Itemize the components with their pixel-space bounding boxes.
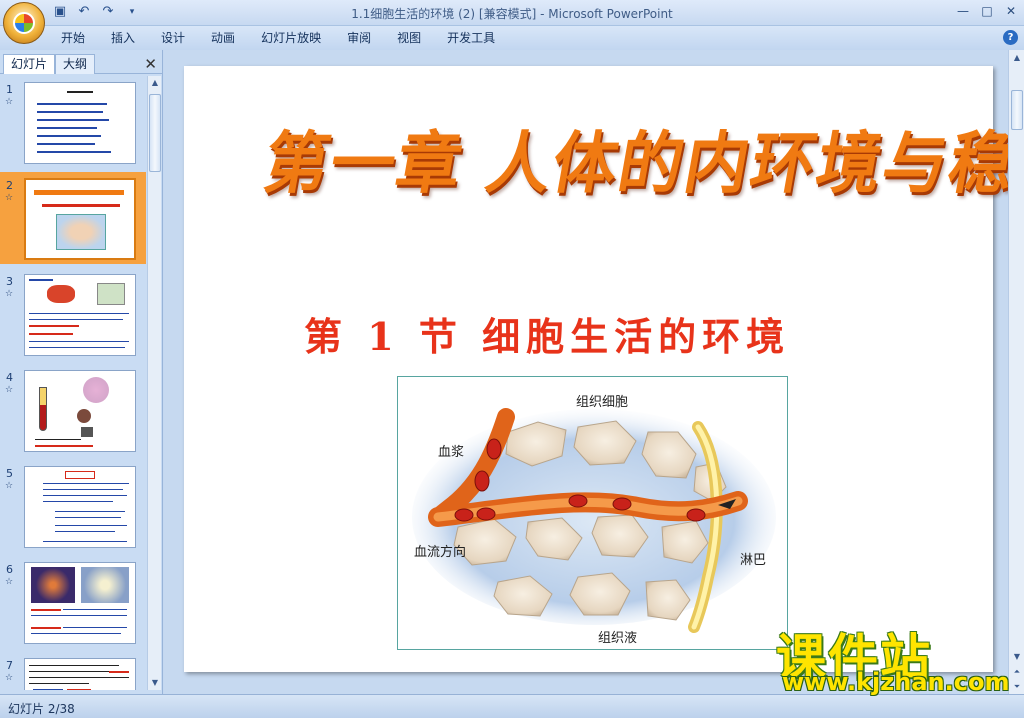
- thumbnail-number: 3: [6, 275, 13, 288]
- window-controls: — □ ✕: [952, 2, 1022, 20]
- animation-star-icon: ☆: [5, 673, 14, 683]
- tab-outline[interactable]: 大纲: [55, 54, 96, 74]
- close-button[interactable]: ✕: [1000, 2, 1022, 20]
- tissue-diagram[interactable]: 组织细胞 血浆 血流方向 淋巴 组织液: [397, 376, 788, 650]
- window-title: 1.1细胞生活的环境 (2) [兼容模式] - Microsoft PowerP…: [351, 7, 673, 21]
- label-blood-plasma: 血浆: [438, 445, 465, 460]
- animation-star-icon: ☆: [5, 385, 14, 395]
- slide-thumbnail-2[interactable]: 2 ☆: [0, 172, 146, 264]
- thumbnail-preview: [24, 658, 136, 690]
- slide-thumbnail-5[interactable]: 5 ☆: [0, 460, 146, 552]
- label-blood-flow-direction: 血流方向: [414, 545, 467, 560]
- maximize-button[interactable]: □: [976, 2, 998, 20]
- scrollbar-thumb[interactable]: [149, 94, 161, 172]
- thumbnail-preview: [24, 82, 136, 164]
- powerpoint-window: ▣ ↶ ↷ ▾ 1.1细胞生活的环境 (2) [兼容模式] - Microsof…: [0, 0, 1024, 718]
- thumbnail-preview: [24, 274, 136, 356]
- tissue-illustration: [412, 408, 776, 633]
- thumbnail-scrollbar[interactable]: ▲ ▼: [147, 76, 161, 690]
- animation-star-icon: ☆: [5, 289, 14, 299]
- tab-insert[interactable]: 插入: [98, 30, 148, 46]
- current-slide[interactable]: 第一章 人体的内环境与稳态 第 1 节 细胞生活的环境 组织细胞 血浆 血流方向…: [184, 66, 1024, 672]
- thumbnail-number: 2: [6, 179, 13, 192]
- thumbnail-number: 7: [6, 659, 13, 672]
- label-tissue-cells: 组织细胞: [576, 395, 629, 410]
- close-icon[interactable]: ✕: [144, 55, 157, 73]
- slides-pane: 幻灯片 大纲 ✕ 1 ☆ 2 ☆ 3 ☆ 4 ☆ 5 ☆ 6 ☆ 7 ☆ ▲ ▼: [0, 50, 163, 694]
- scroll-up-icon[interactable]: ▲: [148, 76, 162, 90]
- thumbnail-number: 6: [6, 563, 13, 576]
- watermark-url: www.kjzhan.com: [782, 668, 1010, 696]
- tab-review[interactable]: 审阅: [334, 30, 384, 46]
- scrollbar-thumb[interactable]: [1011, 90, 1023, 130]
- animation-star-icon: ☆: [5, 481, 14, 491]
- slide-thumbnail-3[interactable]: 3 ☆: [0, 268, 146, 360]
- ribbon: 开始 插入 设计 动画 幻灯片放映 审阅 视图 开发工具 ?: [0, 26, 1024, 50]
- thumbnail-number: 4: [6, 371, 13, 384]
- scroll-down-icon[interactable]: ▼: [1009, 649, 1024, 664]
- tab-slides[interactable]: 幻灯片: [3, 54, 56, 74]
- title-bar: ▣ ↶ ↷ ▾ 1.1细胞生活的环境 (2) [兼容模式] - Microsof…: [0, 0, 1024, 26]
- scroll-up-icon[interactable]: ▲: [1009, 50, 1024, 65]
- minimize-button[interactable]: —: [952, 2, 974, 20]
- slide-scrollbar[interactable]: ▲ ▼ ⏶ ⏷: [1008, 50, 1024, 694]
- label-tissue-fluid: 组织液: [598, 631, 638, 646]
- slide-thumbnail-6[interactable]: 6 ☆: [0, 556, 146, 648]
- tab-design[interactable]: 设计: [148, 30, 198, 46]
- scroll-down-icon[interactable]: ▼: [148, 676, 162, 690]
- thumbnail-list: 1 ☆ 2 ☆ 3 ☆ 4 ☆ 5 ☆ 6 ☆ 7 ☆: [0, 76, 146, 690]
- tab-animations[interactable]: 动画: [198, 30, 248, 46]
- previous-slide-icon[interactable]: ⏶: [1009, 664, 1024, 679]
- pane-tabs: 幻灯片 大纲 ✕: [0, 52, 163, 74]
- ribbon-tabs: 开始 插入 设计 动画 幻灯片放映 审阅 视图 开发工具: [48, 30, 508, 46]
- tab-home[interactable]: 开始: [48, 30, 98, 46]
- thumbnail-number: 5: [6, 467, 13, 480]
- animation-star-icon: ☆: [5, 577, 14, 587]
- thumbnail-preview: [24, 466, 136, 548]
- slide-thumbnail-7[interactable]: 7 ☆: [0, 652, 146, 690]
- next-slide-icon[interactable]: ⏷: [1009, 679, 1024, 694]
- slide-thumbnail-4[interactable]: 4 ☆: [0, 364, 146, 456]
- office-button[interactable]: [3, 2, 45, 44]
- thumbnail-preview: [24, 370, 136, 452]
- label-lymph: 淋巴: [740, 553, 767, 568]
- status-bar: 幻灯片 2/38: [0, 694, 1024, 718]
- office-logo-icon: [13, 12, 35, 34]
- chapter-title[interactable]: 第一章 人体的内环境与稳态: [257, 110, 1024, 207]
- slide-thumbnail-1[interactable]: 1 ☆: [0, 76, 146, 168]
- tab-developer[interactable]: 开发工具: [434, 30, 508, 46]
- thumbnail-number: 1: [6, 83, 13, 96]
- tab-view[interactable]: 视图: [384, 30, 434, 46]
- tab-slideshow[interactable]: 幻灯片放映: [248, 30, 334, 46]
- animation-star-icon: ☆: [5, 193, 14, 203]
- animation-star-icon: ☆: [5, 97, 14, 107]
- help-icon[interactable]: ?: [1003, 30, 1018, 45]
- thumbnail-preview: [24, 178, 136, 260]
- section-title[interactable]: 第 1 节 细胞生活的环境: [304, 306, 790, 361]
- slide-counter: 幻灯片 2/38: [8, 702, 75, 716]
- thumbnail-preview: [24, 562, 136, 644]
